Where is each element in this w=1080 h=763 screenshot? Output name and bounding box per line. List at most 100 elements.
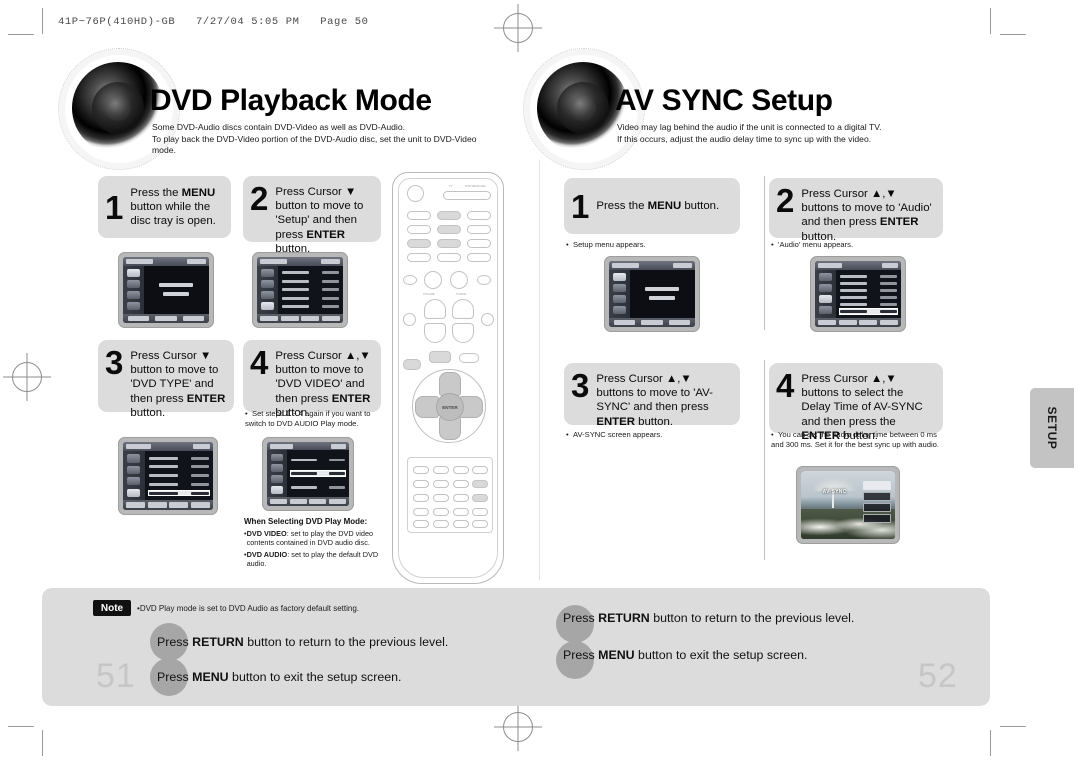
dsp-mode-button: [403, 313, 416, 326]
bullet-icon: •: [771, 240, 774, 249]
av-sync-label: AV-SYNC: [822, 489, 847, 496]
right-step-4-note: • You can set the audio delay time betwee…: [771, 430, 940, 449]
side-tab-setup: SETUP: [1030, 388, 1074, 468]
bullet-icon: •: [245, 409, 248, 418]
left-step-2-screen: [252, 252, 348, 328]
cursor-pad: ENTER: [412, 369, 486, 443]
menu-button: [429, 351, 451, 363]
crop-line-top-right: [990, 8, 991, 34]
left-page-title: DVD Playback Mode: [150, 84, 432, 117]
side-tab-label: SETUP: [1045, 406, 1059, 450]
keypad-button: [453, 508, 469, 516]
left-step-1-number: 1: [105, 188, 124, 226]
keypad-button: [433, 508, 449, 516]
play-mode-term: DVD AUDIO: [246, 549, 288, 559]
registration-mark-bottom: [503, 712, 533, 742]
left-step-1-screen: [118, 252, 214, 328]
open-close-button: [407, 211, 431, 220]
slow-mode-button: [437, 239, 461, 248]
column-separator: [764, 360, 765, 560]
sound-effect-button: [481, 313, 494, 326]
registration-mark-left: [12, 362, 42, 392]
left-step-3: 3 Press Cursor ▼ button to move to 'DVD …: [98, 340, 234, 419]
note-badge: Note: [93, 600, 131, 616]
right-step-1-screen: [604, 256, 700, 332]
play-mode-term: DVD VIDEO: [246, 529, 287, 538]
power-button: [407, 185, 424, 202]
keypad-button: [413, 508, 429, 516]
crop-line-right-lower: [1000, 726, 1026, 727]
crop-line-top: [42, 8, 43, 34]
volume-up-button: [424, 299, 446, 319]
right-step-1-note: • Setup menu appears.: [566, 240, 646, 249]
left-step-2-number: 2: [250, 180, 269, 217]
remote-control-illustration: TV DVD RECEIVER VOLUME TUNING ENTER: [392, 172, 504, 584]
note-message: •DVD Play mode is set to DVD Audio as fa…: [137, 604, 360, 613]
right-step-1-text: Press the MENU button.: [596, 199, 720, 212]
registration-mark-top: [503, 13, 533, 43]
repeat-button: [467, 253, 491, 262]
right-page-title: AV SYNC Setup: [615, 84, 833, 117]
right-step-2: 2 Press Cursor ▲,▼ buttons to move to 'A…: [769, 178, 943, 243]
page-divider: [539, 160, 540, 580]
left-step-4-number: 4: [250, 344, 269, 381]
play-mode-item: • DVD VIDEO: set to play the DVD video c…: [244, 529, 384, 548]
skip-back-button: [403, 275, 417, 285]
keypad-button: [453, 480, 469, 488]
keypad-button: [433, 494, 449, 502]
numeric-keypad: [407, 457, 493, 533]
right-foot-line-1: Press RETURN button to return to the pre…: [563, 611, 855, 625]
left-step-3-text: Press Cursor ▼ button to move to 'DVD TY…: [130, 350, 226, 419]
av-sync-preview-photo: AV-SYNC: [801, 471, 895, 539]
av-sync-options: [863, 480, 892, 523]
crop-line-bottom-right: [990, 730, 991, 756]
right-step-4-screen: AV-SYNC: [796, 466, 900, 544]
right-step-1-number: 1: [571, 187, 590, 225]
right-step-4-number: 4: [776, 367, 795, 404]
left-step-1-text: Press the MENU button while the disc tra…: [130, 186, 216, 228]
tuner-band-button: [437, 225, 461, 234]
return-button: [407, 239, 431, 248]
play-mode-item: • DVD AUDIO: set to play the default DVD…: [244, 550, 384, 569]
dvd-button: [407, 225, 431, 234]
right-step-3-note: • AV-SYNC screen appears.: [566, 430, 663, 439]
right-page-header: AV SYNC Setup Video may lag behind the a…: [523, 48, 977, 170]
mute-button: [467, 211, 491, 220]
left-step-2-text: Press Cursor ▼ button to move to 'Setup'…: [275, 186, 364, 255]
crop-line-left-lower: [8, 726, 34, 727]
volume-label: VOLUME: [423, 293, 435, 296]
left-step-4: 4 Press Cursor ▲,▼ button to move to 'DV…: [243, 340, 381, 419]
left-step-3-screen: [118, 437, 218, 515]
remote-label-dvd-receiver: DVD RECEIVER: [465, 185, 486, 188]
play-mode-heading: When Selecting DVD Play Mode:: [244, 517, 368, 526]
enter-button: ENTER: [436, 393, 464, 421]
keypad-button: [413, 494, 429, 502]
tv-video-button: [437, 211, 461, 220]
right-step-3-number: 3: [571, 367, 590, 404]
stop-button: [424, 271, 442, 289]
print-slug: 41P~76P(410HD)-GB 7/27/04 5:05 PM Page 5…: [58, 16, 369, 28]
keypad-button: [472, 480, 488, 488]
left-page-header: DVD Playback Mode Some DVD-Audio discs c…: [58, 48, 502, 170]
right-step-2-note: • 'Audio' menu appears.: [771, 240, 854, 249]
mode-selector: [443, 191, 491, 200]
manual-page: 41P~76P(410HD)-GB 7/27/04 5:05 PM Page 5…: [0, 0, 1080, 763]
right-step-3: 3 Press Cursor ▲,▼ buttons to move to 'A…: [564, 363, 740, 428]
step-button: [407, 253, 431, 262]
left-foot-line-1: Press RETURN button to return to the pre…: [157, 635, 449, 649]
left-step-1: 1 Press the MENU button while the disc t…: [98, 176, 231, 238]
info-button: [459, 353, 479, 363]
keypad-button: [472, 520, 488, 528]
right-step-3-text: Press Cursor ▲,▼ buttons to move to 'AV-…: [596, 373, 713, 428]
keypad-button: [453, 494, 469, 502]
keypad-button: [453, 520, 469, 528]
right-step-2-number: 2: [776, 182, 795, 219]
keypad-button: [433, 480, 449, 488]
keypad-button: [413, 466, 429, 474]
right-step-2-screen: [810, 256, 906, 332]
bullet-icon: •: [566, 430, 569, 439]
left-page-number: 51: [96, 657, 136, 695]
keypad-button: [413, 480, 429, 488]
keypad-button: [472, 466, 488, 474]
tuning-up-button: [452, 299, 474, 319]
